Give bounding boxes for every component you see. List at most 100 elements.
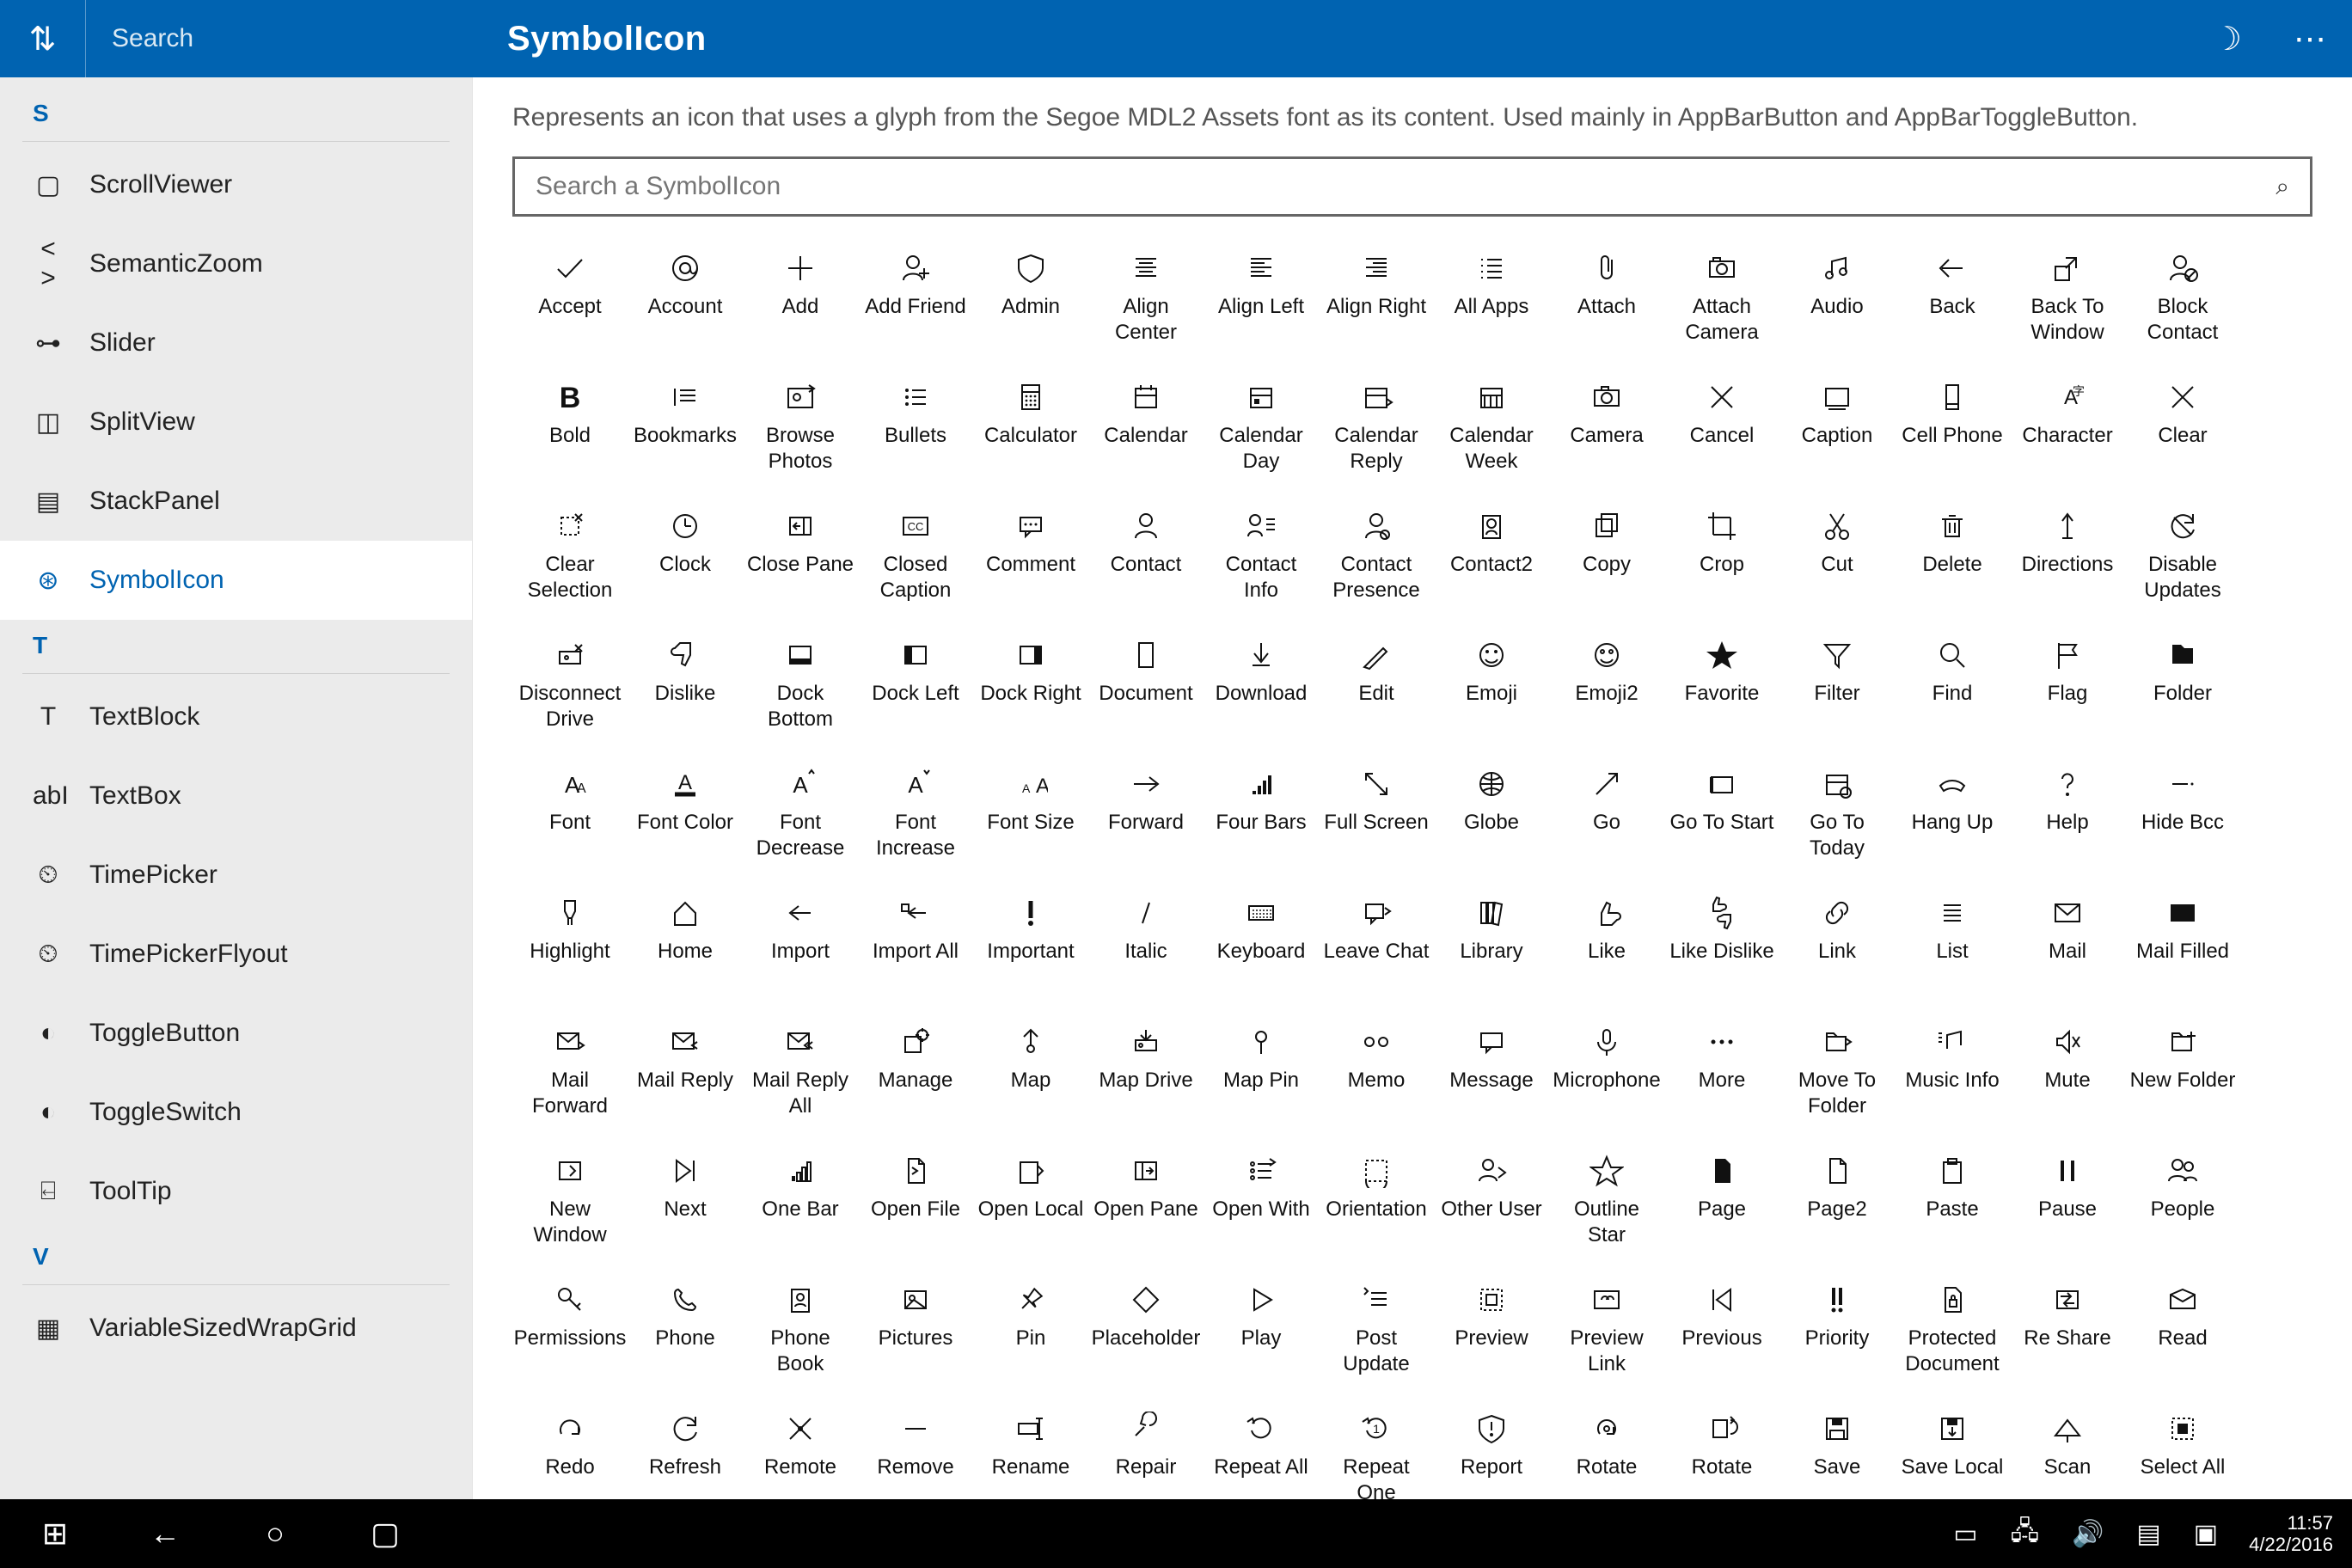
start-button[interactable]: ⊞ — [0, 1499, 110, 1568]
symbol-select-all[interactable]: Select All — [2125, 1396, 2240, 1499]
symbol-accept[interactable]: Accept — [512, 236, 628, 364]
symbol-clear[interactable]: Clear — [2125, 364, 2240, 493]
symbol-leave-chat[interactable]: Leave Chat — [1319, 880, 1434, 1009]
symbol-go[interactable]: Go — [1549, 751, 1664, 880]
symbol-full-screen[interactable]: Full Screen — [1319, 751, 1434, 880]
symbol-scan[interactable]: Scan — [2010, 1396, 2125, 1499]
symbol-mail-reply-all[interactable]: Mail Reply All — [743, 1009, 858, 1138]
symbol-crop[interactable]: Crop — [1664, 493, 1779, 622]
more-icon[interactable]: ⋯ — [2294, 20, 2326, 58]
symbol-dock-left[interactable]: Dock Left — [858, 622, 973, 751]
symbol-home[interactable]: Home — [628, 880, 743, 1009]
symbol-back[interactable]: Back — [1895, 236, 2010, 364]
symbol-search[interactable]: ⌕ — [512, 156, 2312, 217]
symbol-pause[interactable]: Pause — [2010, 1138, 2125, 1267]
symbol-calendar-reply[interactable]: Calendar Reply — [1319, 364, 1434, 493]
symbol-attach[interactable]: Attach — [1549, 236, 1664, 364]
symbol-clock[interactable]: Clock — [628, 493, 743, 622]
symbol-hide-bcc[interactable]: Hide Bcc — [2125, 751, 2240, 880]
symbol-preview[interactable]: Preview — [1434, 1267, 1549, 1396]
symbol-outline-star[interactable]: Outline Star — [1549, 1138, 1664, 1267]
symbol-font-color[interactable]: AFont Color — [628, 751, 743, 880]
symbol-cell-phone[interactable]: Cell Phone — [1895, 364, 2010, 493]
symbol-mail-reply[interactable]: Mail Reply — [628, 1009, 743, 1138]
symbol-open-pane[interactable]: Open Pane — [1088, 1138, 1204, 1267]
symbol-disable-updates[interactable]: Disable Updates — [2125, 493, 2240, 622]
symbol-globe[interactable]: Globe — [1434, 751, 1549, 880]
symbol-contact[interactable]: Contact — [1088, 493, 1204, 622]
network-icon[interactable]: 🖧 — [2011, 1512, 2039, 1556]
titlebar-search[interactable]: Search — [86, 24, 481, 53]
symbol-document[interactable]: Document — [1088, 622, 1204, 751]
symbol-calendar-day[interactable]: Calendar Day — [1204, 364, 1319, 493]
sidebar-item-symbolicon[interactable]: ⊛SymbolIcon — [0, 541, 472, 620]
symbol-forward[interactable]: Forward — [1088, 751, 1204, 880]
symbol-like[interactable]: Like — [1549, 880, 1664, 1009]
symbol-emoji2[interactable]: Emoji2 — [1549, 622, 1664, 751]
symbol-edit[interactable]: Edit — [1319, 622, 1434, 751]
symbol-mail-filled[interactable]: Mail Filled — [2125, 880, 2240, 1009]
symbol-block-contact[interactable]: Block Contact — [2125, 236, 2240, 364]
symbol-like-dislike[interactable]: Like Dislike — [1664, 880, 1779, 1009]
symbol-align-right[interactable]: Align Right — [1319, 236, 1434, 364]
symbol-font-increase[interactable]: AFont Increase — [858, 751, 973, 880]
symbol-open-local[interactable]: Open Local — [973, 1138, 1088, 1267]
symbol-repair[interactable]: Repair — [1088, 1396, 1204, 1499]
symbol-add[interactable]: Add — [743, 236, 858, 364]
symbol-contact-presence[interactable]: Contact Presence — [1319, 493, 1434, 622]
symbol-map[interactable]: Map — [973, 1009, 1088, 1138]
symbol-pin[interactable]: Pin — [973, 1267, 1088, 1396]
symbol-repeat-all[interactable]: Repeat All — [1204, 1396, 1319, 1499]
symbol-align-left[interactable]: Align Left — [1204, 236, 1319, 364]
symbol-closed-caption[interactable]: CCClosed Caption — [858, 493, 973, 622]
symbol-favorite[interactable]: Favorite — [1664, 622, 1779, 751]
symbol-calculator[interactable]: Calculator — [973, 364, 1088, 493]
sidebar-item-variablesizedwrapgrid[interactable]: ▦VariableSizedWrapGrid — [0, 1289, 472, 1368]
symbol-rotate[interactable]: Rotate — [1549, 1396, 1664, 1499]
symbol-align-center[interactable]: Align Center — [1088, 236, 1204, 364]
symbol-directions[interactable]: Directions — [2010, 493, 2125, 622]
symbol-priority[interactable]: Priority — [1779, 1267, 1895, 1396]
sidebar-item-splitview[interactable]: ◫SplitView — [0, 383, 472, 462]
section-t[interactable]: T — [0, 620, 472, 673]
sort-icon[interactable]: ⇅ — [0, 0, 86, 77]
symbol-caption[interactable]: Caption — [1779, 364, 1895, 493]
search-icon[interactable]: ⌕ — [2275, 173, 2289, 201]
symbol-contact-info[interactable]: Contact Info — [1204, 493, 1319, 622]
symbol-all-apps[interactable]: All Apps — [1434, 236, 1549, 364]
symbol-list[interactable]: List — [1895, 880, 2010, 1009]
sidebar-item-textbox[interactable]: abITextBox — [0, 756, 472, 836]
symbol-post-update[interactable]: Post Update — [1319, 1267, 1434, 1396]
sidebar-item-semanticzoom[interactable]: < >SemanticZoom — [0, 224, 472, 303]
symbol-page[interactable]: Page — [1664, 1138, 1779, 1267]
symbol-font[interactable]: AAFont — [512, 751, 628, 880]
symbol-protected-document[interactable]: Protected Document — [1895, 1267, 2010, 1396]
symbol-font-decrease[interactable]: AFont Decrease — [743, 751, 858, 880]
symbol-redo[interactable]: Redo — [512, 1396, 628, 1499]
symbol-add-friend[interactable]: Add Friend — [858, 236, 973, 364]
sidebar-item-stackpanel[interactable]: ▤StackPanel — [0, 462, 472, 541]
symbol-import[interactable]: Import — [743, 880, 858, 1009]
symbol-italic[interactable]: Italic — [1088, 880, 1204, 1009]
symbol-disconnect-drive[interactable]: Disconnect Drive — [512, 622, 628, 751]
symbol-dislike[interactable]: Dislike — [628, 622, 743, 751]
symbol-find[interactable]: Find — [1895, 622, 2010, 751]
symbol-clear-selection[interactable]: Clear Selection — [512, 493, 628, 622]
symbol-music-info[interactable]: Music Info — [1895, 1009, 2010, 1138]
symbol-cancel[interactable]: Cancel — [1664, 364, 1779, 493]
symbol-camera[interactable]: Camera — [1549, 364, 1664, 493]
symbol-bookmarks[interactable]: Bookmarks — [628, 364, 743, 493]
sidebar-item-slider[interactable]: ⊶Slider — [0, 303, 472, 383]
symbol-four-bars[interactable]: Four Bars — [1204, 751, 1319, 880]
symbol-pictures[interactable]: Pictures — [858, 1267, 973, 1396]
volume-icon[interactable]: 🔊 — [2072, 1519, 2104, 1549]
symbol-bold[interactable]: BBold — [512, 364, 628, 493]
notifications-icon[interactable]: ▤ — [2136, 1519, 2160, 1549]
symbol-copy[interactable]: Copy — [1549, 493, 1664, 622]
symbol-one-bar[interactable]: One Bar — [743, 1138, 858, 1267]
symbol-people[interactable]: People — [2125, 1138, 2240, 1267]
sidebar-item-timepicker[interactable]: ⏲TimePicker — [0, 836, 472, 915]
symbol-map-drive[interactable]: Map Drive — [1088, 1009, 1204, 1138]
symbol-bullets[interactable]: Bullets — [858, 364, 973, 493]
taskbar-clock[interactable]: 11:574/22/2016 — [2225, 1512, 2352, 1556]
